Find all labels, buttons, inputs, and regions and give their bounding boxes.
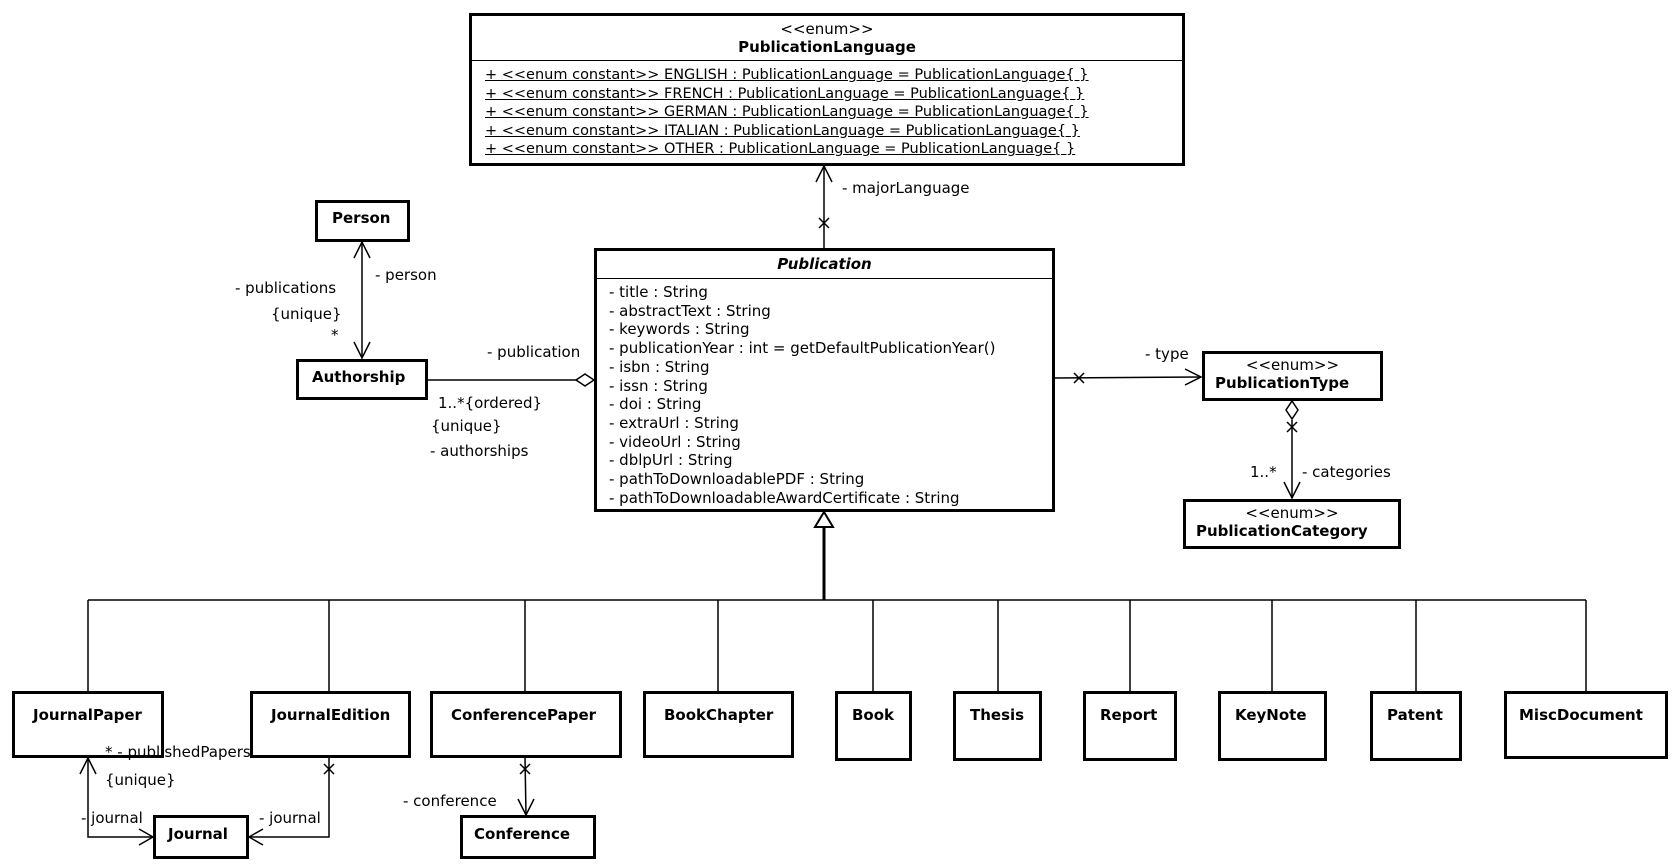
class-misc-document[interactable]: MiscDocument [1504,691,1668,759]
class-publication-type[interactable]: <<enum>> PublicationType [1202,351,1383,401]
multiplicity-publications: * [331,326,339,344]
attribute: - isbn : String [609,357,710,376]
role-authorships: - authorships [430,442,529,460]
class-conference[interactable]: Conference [460,815,596,859]
class-patent[interactable]: Patent [1370,691,1462,761]
role-conference: - conference [403,792,497,810]
attribute: - pathToDownloadablePDF : String [609,470,865,489]
class-person[interactable]: Person [315,200,410,242]
enum-constant: + <<enum constant>> ENGLISH : Publicatio… [485,67,1089,83]
class-name: Publication [777,255,872,273]
class-name: ConferencePaper [451,706,597,724]
class-publication-category[interactable]: <<enum>> PublicationCategory [1183,499,1401,549]
class-name: PublicationLanguage [738,38,916,56]
role-journal-left: - journal [81,809,143,827]
role-journal-right: - journal [259,809,321,827]
attribute: - videoUrl : String [609,432,741,451]
class-journal[interactable]: Journal [153,815,249,859]
class-name: KeyNote [1235,706,1307,724]
class-name: BookChapter [664,706,774,724]
class-name: JournalEdition [271,706,391,724]
class-publication-language[interactable]: <<enum>> PublicationLanguage + <<enum co… [469,13,1185,166]
class-report[interactable]: Report [1083,691,1177,761]
attribute: - dblpUrl : String [609,451,733,470]
class-name: Book [852,706,895,724]
role-major-language: - majorLanguage [842,179,970,197]
attribute: - issn : String [609,376,708,395]
class-name: Person [332,209,391,227]
class-name: PublicationType [1215,374,1350,392]
constraint-publications-unique: {unique} [271,305,342,323]
class-name: JournalPaper [33,706,142,724]
attribute: - title : String [609,283,708,301]
role-type: - type [1145,345,1189,363]
enum-constant: + <<enum constant>> FRENCH : Publication… [485,85,1085,102]
attribute-list: - title : String - abstractText : String… [597,279,1052,507]
class-thesis[interactable]: Thesis [953,691,1042,761]
enum-constant: + <<enum constant>> GERMAN : Publication… [485,104,1089,121]
class-name: Thesis [970,706,1025,724]
attribute: - abstractText : String [609,301,771,320]
edge-publication-type [1054,376,1202,379]
class-publication[interactable]: Publication - title : String - abstractT… [594,248,1055,512]
attribute: - doi : String [609,395,702,414]
class-name: Report [1100,706,1158,724]
class-name: Conference [474,825,571,843]
generalization-triangle [813,510,835,528]
attribute: - pathToDownloadableAwardCertificate : S… [609,488,960,507]
class-name: MiscDocument [1519,706,1643,724]
generalization-branches [87,600,1587,691]
class-name: PublicationCategory [1196,522,1368,540]
class-name: Authorship [312,368,406,386]
constraint-authorships-unique: {unique} [431,417,502,435]
enum-constants: + <<enum constant>> ENGLISH : Publicatio… [472,61,1182,159]
multiplicity-authorships: 1..*{ordered} [438,394,543,412]
stereotype-label: <<enum>> [780,20,874,38]
class-conference-paper[interactable]: ConferencePaper [430,691,622,758]
class-keynote[interactable]: KeyNote [1218,691,1327,761]
attribute: - publicationYear : int = getDefaultPubl… [609,339,996,358]
class-book[interactable]: Book [835,691,912,761]
class-book-chapter[interactable]: BookChapter [643,691,794,758]
multiplicity-categories: 1..* [1250,463,1277,481]
class-name: Patent [1387,706,1443,724]
role-categories: - categories [1302,463,1391,481]
stereotype-label: <<enum>> [1245,356,1340,374]
class-header: <<enum>> PublicationLanguage [472,16,1182,61]
class-journal-edition[interactable]: JournalEdition [250,691,411,758]
attribute: - extraUrl : String [609,413,739,432]
role-publications: - publications [235,279,337,297]
stereotype-label: <<enum>> [1245,504,1339,522]
role-publication: - publication [487,343,581,361]
edge-conferencepaper-conference [524,757,527,816]
enum-constant: + <<enum constant>> OTHER : PublicationL… [485,141,1076,158]
class-name: Journal [168,825,228,843]
constraint-published-papers-unique: {unique} [105,771,176,789]
aggregation-diamond-type [1285,399,1299,421]
attribute: - keywords : String [609,320,750,339]
class-header: Publication [597,251,1052,279]
enum-constant: + <<enum constant>> ITALIAN : Publicatio… [485,122,1080,139]
role-published-papers: * - publishedPapers [105,743,251,761]
role-person: - person [375,266,437,284]
aggregation-diamond-publication [574,373,596,387]
class-authorship[interactable]: Authorship [296,359,428,400]
